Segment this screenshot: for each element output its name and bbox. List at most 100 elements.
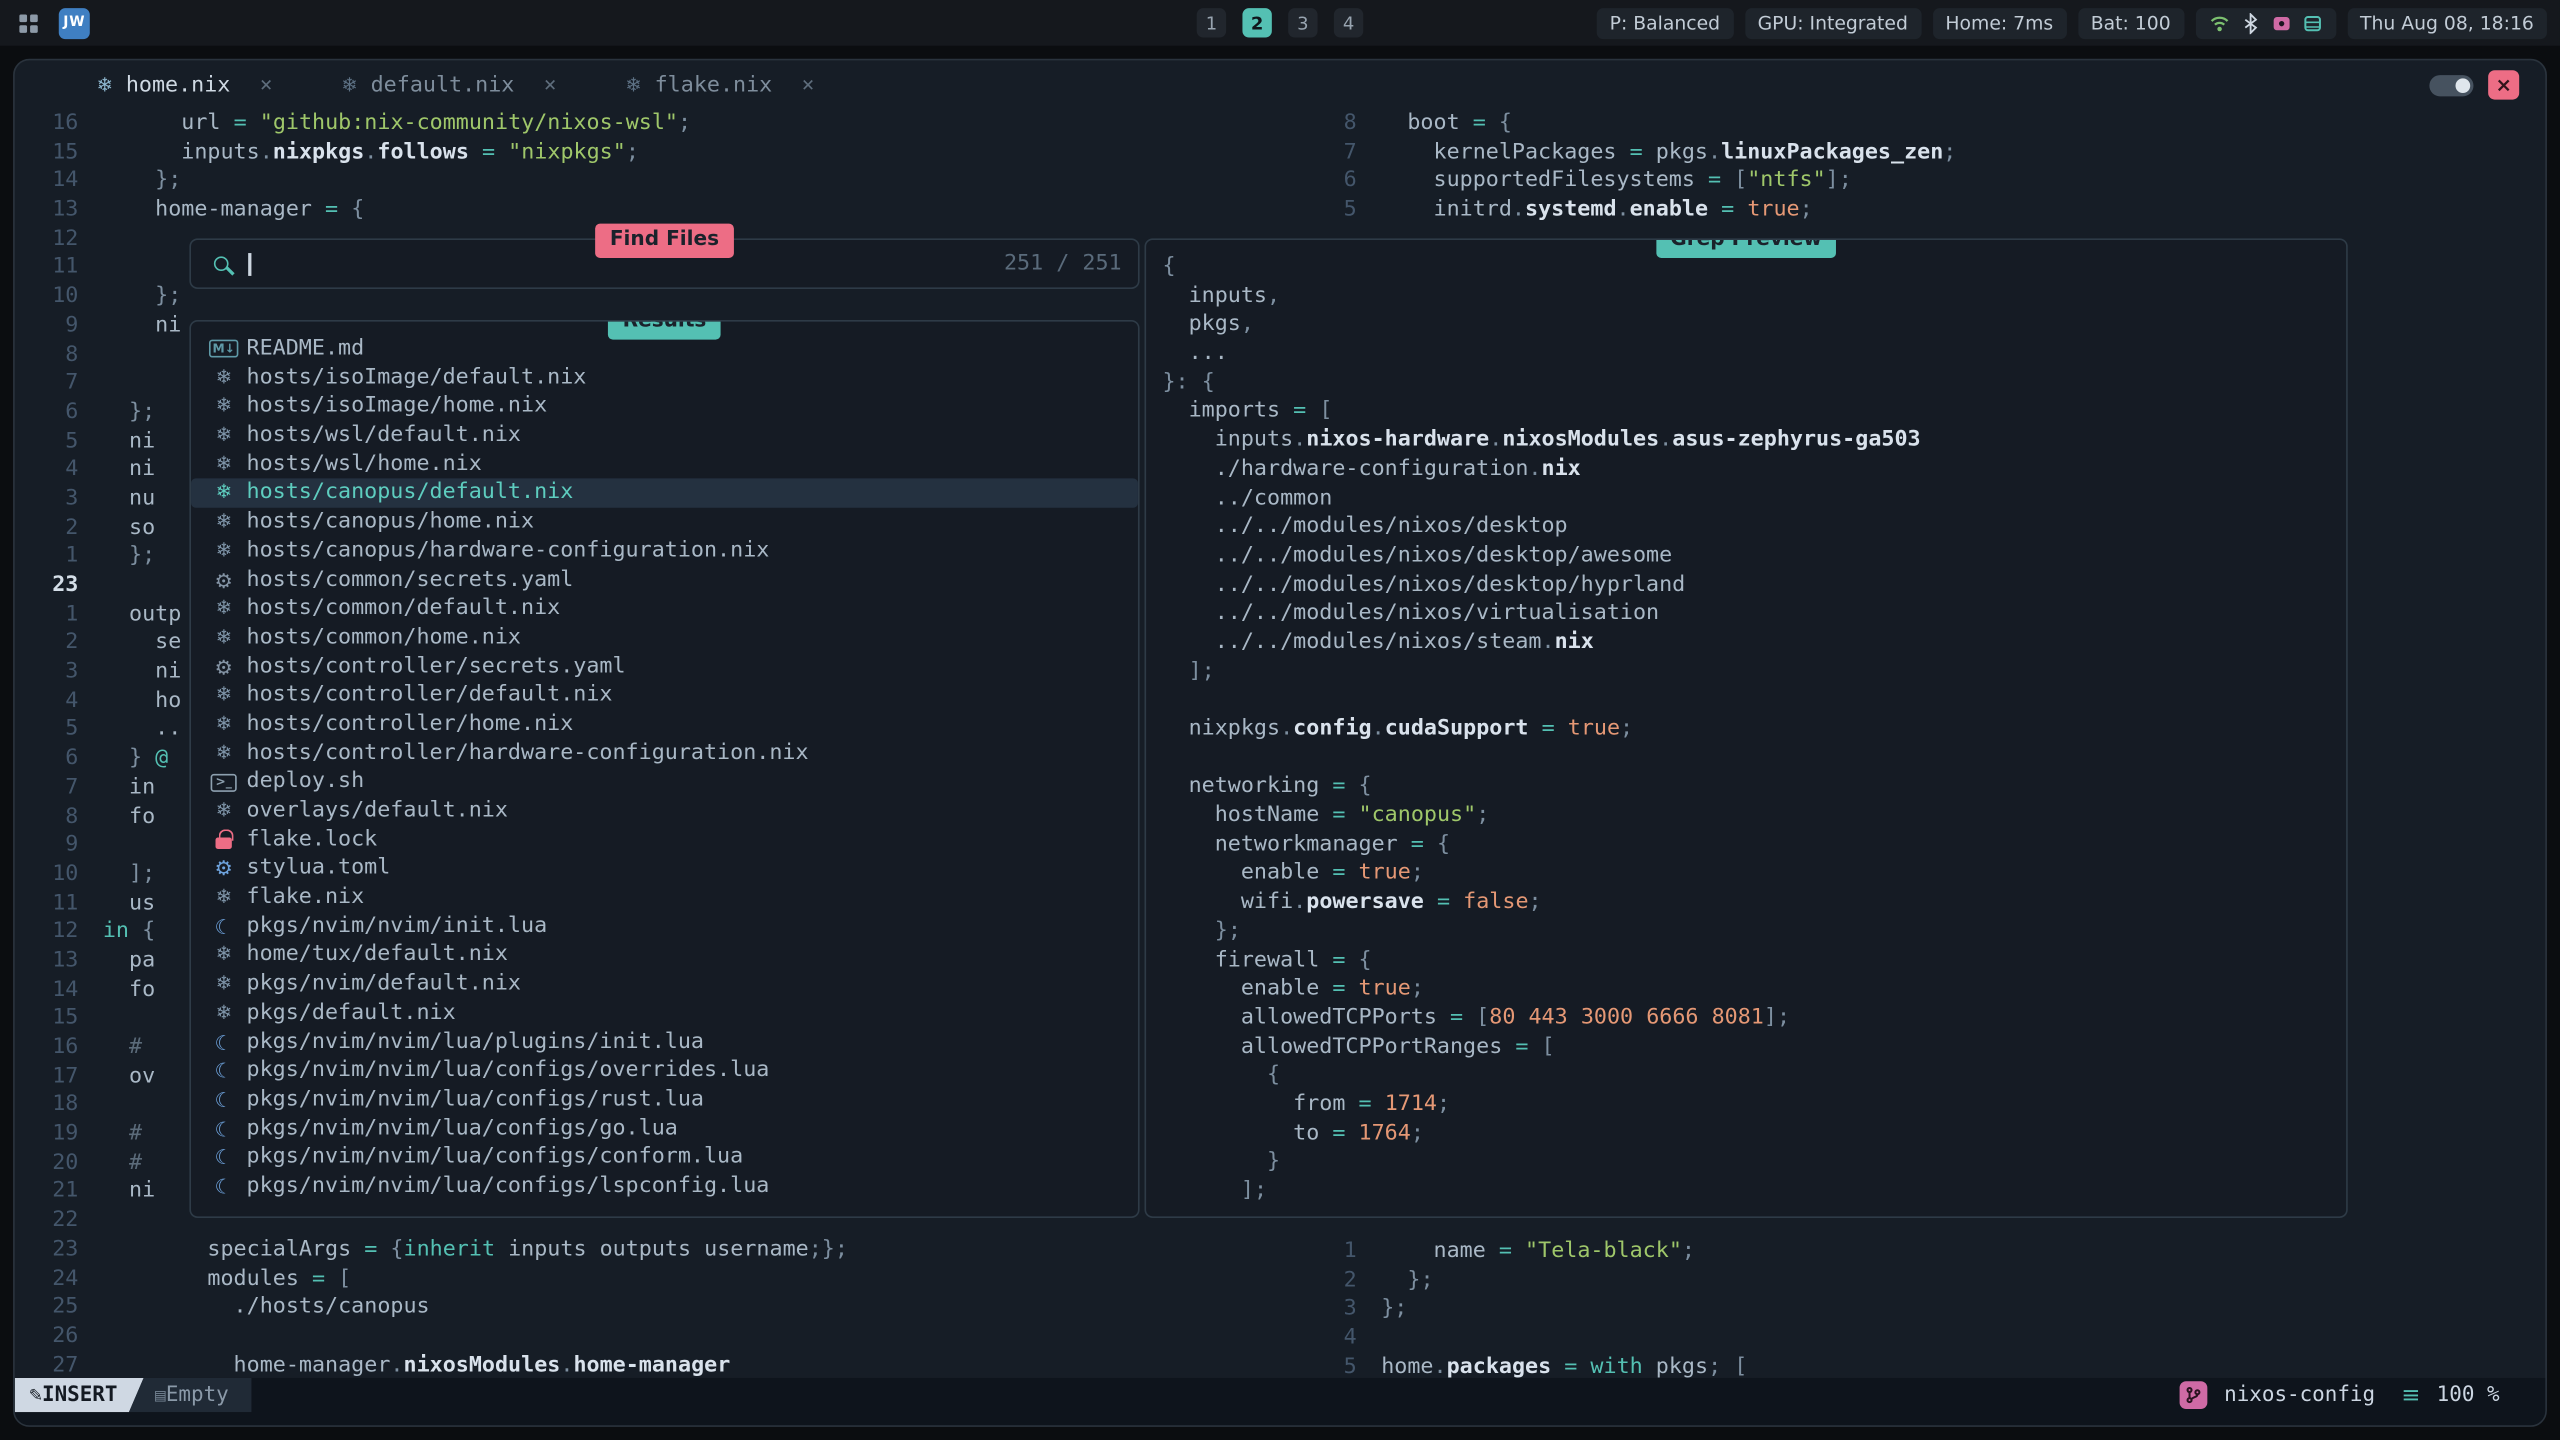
- bluetooth-icon[interactable]: [2239, 12, 2260, 33]
- preview-code-line: networking = {: [1162, 773, 2346, 802]
- right-editor-pane-bottom[interactable]: 1 name = "Tela-black"; 2 }; 3 };: [1259, 1238, 1748, 1382]
- file-icon: [211, 826, 237, 855]
- result-item[interactable]: deploy.sh: [191, 768, 1138, 797]
- toggle-switch[interactable]: [2429, 74, 2473, 95]
- code-row: 2 };: [1259, 1266, 1748, 1295]
- result-label: hosts/controller/default.nix: [237, 681, 613, 710]
- result-item[interactable]: overlays/default.nix: [191, 797, 1138, 826]
- preview-code-line: firewall = {: [1162, 946, 2346, 975]
- result-label: hosts/common/home.nix: [237, 623, 521, 652]
- grep-preview-title: Grep Preview: [1656, 238, 1837, 257]
- result-item[interactable]: hosts/controller/home.nix: [191, 710, 1138, 739]
- code-text: ..: [78, 716, 181, 745]
- find-files-prompt[interactable]: Find Files 251 / 251: [189, 238, 1139, 289]
- editor-area: 16 url = "github:nix-community/nixos-wsl…: [15, 109, 2546, 1378]
- workspace-button[interactable]: 1: [1197, 8, 1226, 37]
- result-item[interactable]: pkgs/nvim/nvim/lua/configs/go.lua: [191, 1114, 1138, 1143]
- code-text: us: [78, 889, 155, 918]
- find-files-title: Find Files: [595, 224, 734, 258]
- file-icon: [211, 652, 237, 681]
- editor-tab[interactable]: default.nix ×: [341, 73, 556, 97]
- result-item[interactable]: pkgs/nvim/nvim/lua/plugins/init.lua: [191, 1028, 1138, 1057]
- result-item[interactable]: pkgs/nvim/nvim/lua/configs/lspconfig.lua: [191, 1172, 1138, 1201]
- line-number: 18: [15, 1091, 79, 1120]
- file-icon: [211, 508, 237, 537]
- result-item[interactable]: pkgs/nvim/nvim/lua/configs/conform.lua: [191, 1143, 1138, 1172]
- editor-tab[interactable]: flake.nix ×: [625, 73, 814, 97]
- code-row: 23 specialArgs = {inherit inputs outputs…: [15, 1236, 848, 1265]
- line-number: 8: [1259, 109, 1357, 138]
- buffer-status: Empty: [129, 1378, 252, 1412]
- result-item[interactable]: pkgs/nvim/nvim/lua/configs/overrides.lua: [191, 1057, 1138, 1086]
- result-item[interactable]: hosts/controller/default.nix: [191, 681, 1138, 710]
- lines-icon: [2401, 1382, 2420, 1408]
- app-launcher-icon[interactable]: [13, 8, 42, 37]
- preview-code-line: enable = true;: [1162, 859, 2346, 888]
- result-item[interactable]: hosts/common/default.nix: [191, 595, 1138, 624]
- editor-tab[interactable]: home.nix ×: [96, 73, 272, 97]
- file-icon: [211, 479, 237, 508]
- result-item[interactable]: pkgs/nvim/nvim/lua/configs/rust.lua: [191, 1086, 1138, 1115]
- line-number: 4: [1259, 1324, 1357, 1353]
- nix-file-icon: [625, 73, 641, 97]
- result-item[interactable]: hosts/controller/hardware-configuration.…: [191, 739, 1138, 768]
- screenshare-icon[interactable]: [2270, 12, 2291, 33]
- result-item[interactable]: hosts/common/secrets.yaml: [191, 566, 1138, 595]
- result-label: hosts/wsl/default.nix: [237, 421, 521, 450]
- code-text: outp: [78, 600, 181, 629]
- system-tray[interactable]: [2195, 7, 2335, 38]
- wm-logo[interactable]: JW: [59, 7, 90, 38]
- result-item[interactable]: pkgs/nvim/nvim/init.lua: [191, 912, 1138, 941]
- system-bar: JW 1234 P: BalancedGPU: IntegratedHome: …: [0, 0, 2560, 46]
- result-item[interactable]: hosts/wsl/home.nix: [191, 450, 1138, 479]
- right-editor-pane-top[interactable]: 8 boot = { 7 kernelPackages = pkgs.linux…: [1259, 109, 1957, 225]
- preview-code-line: {: [1162, 1062, 2346, 1091]
- line-number: 16: [15, 109, 79, 138]
- result-item[interactable]: pkgs/nvim/default.nix: [191, 970, 1138, 999]
- line-number: 9: [15, 831, 79, 860]
- preview-code-line: ../../modules/nixos/desktop: [1162, 513, 2346, 542]
- file-icon: [211, 681, 237, 710]
- result-item[interactable]: pkgs/default.nix: [191, 999, 1138, 1028]
- nix-file-icon: [341, 73, 357, 97]
- wifi-icon[interactable]: [2208, 12, 2229, 33]
- result-item[interactable]: hosts/isoImage/home.nix: [191, 392, 1138, 421]
- result-item[interactable]: stylua.toml: [191, 854, 1138, 883]
- tab-close-icon[interactable]: ×: [260, 73, 273, 97]
- code-row: 1 name = "Tela-black";: [1259, 1238, 1748, 1267]
- code-text: [78, 1005, 102, 1034]
- result-item[interactable]: hosts/canopus/default.nix: [191, 479, 1138, 508]
- result-label: README.md: [237, 335, 364, 364]
- code-text: #: [78, 1033, 142, 1062]
- result-item[interactable]: hosts/canopus/home.nix: [191, 508, 1138, 537]
- workspace-button[interactable]: 2: [1242, 8, 1271, 37]
- result-item[interactable]: home/tux/default.nix: [191, 941, 1138, 970]
- result-item[interactable]: flake.lock: [191, 826, 1138, 855]
- code-text: so: [78, 514, 155, 543]
- tabline: home.nix × default.nix × flake.nix ×: [15, 60, 2546, 109]
- result-item[interactable]: hosts/controller/secrets.yaml: [191, 652, 1138, 681]
- line-number: 8: [15, 802, 79, 831]
- preview-code-line: }: {: [1162, 369, 2346, 398]
- code-text: ni: [78, 427, 155, 456]
- code-text: #: [78, 1120, 142, 1149]
- result-item[interactable]: hosts/wsl/default.nix: [191, 421, 1138, 450]
- text-cursor: [248, 252, 251, 275]
- window-close-button[interactable]: ×: [2488, 70, 2519, 99]
- code-row: 27 home-manager.nixosModules.home-manage…: [15, 1351, 848, 1380]
- code-text: #: [78, 1149, 142, 1178]
- code-text: nu: [78, 485, 155, 514]
- tab-close-icon[interactable]: ×: [802, 73, 815, 97]
- tray-menu-icon[interactable]: [2301, 12, 2322, 33]
- code-text: } @: [78, 745, 168, 774]
- workspace-button[interactable]: 4: [1334, 8, 1363, 37]
- result-item[interactable]: hosts/isoImage/default.nix: [191, 364, 1138, 393]
- result-item[interactable]: hosts/canopus/hardware-configuration.nix: [191, 537, 1138, 566]
- workspace-button[interactable]: 3: [1288, 8, 1317, 37]
- file-icon: [211, 364, 237, 393]
- code-row: 25 ./hosts/canopus: [15, 1293, 848, 1322]
- result-item[interactable]: hosts/common/home.nix: [191, 623, 1138, 652]
- tab-close-icon[interactable]: ×: [544, 73, 557, 97]
- result-item[interactable]: flake.nix: [191, 883, 1138, 912]
- desktop: JW 1234 P: BalancedGPU: IntegratedHome: …: [0, 0, 2560, 1440]
